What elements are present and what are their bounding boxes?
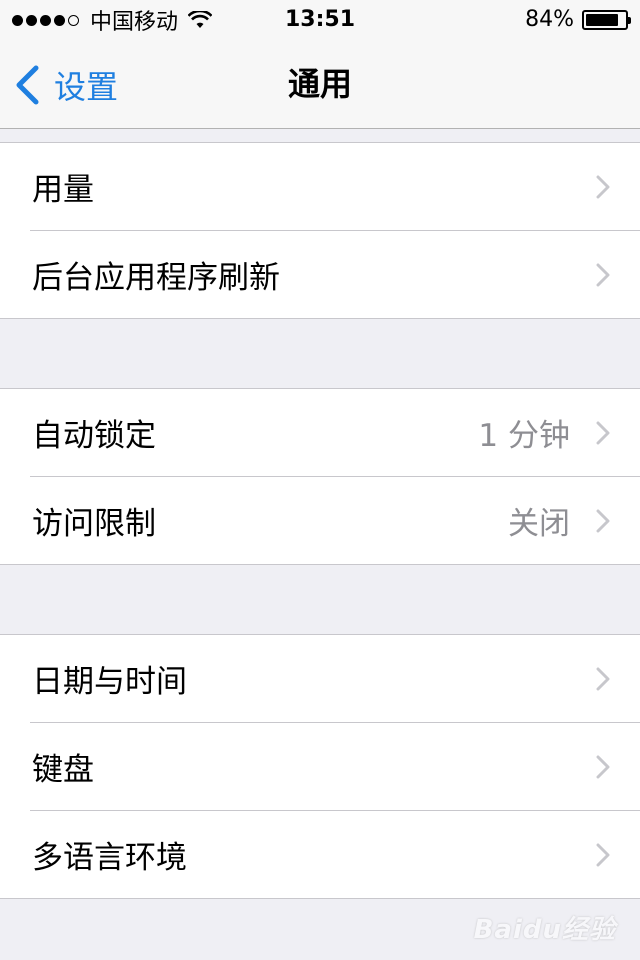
page-title: 通用 [287,65,352,103]
row-background-refresh[interactable]: 后台应用程序刷新 [0,230,640,318]
row-label: 自动锁定 [32,418,156,454]
row-value: 关闭 [508,506,570,542]
baidu-watermark: Baidu经验 [474,909,616,946]
battery-percent: 84% [525,7,574,32]
status-bar-right: 84% [525,7,631,32]
watermark-text: Baidu经验 [473,915,616,945]
settings-group-lock: 自动锁定 1 分钟 访问限制 关闭 [0,388,640,565]
row-label: 多语言环境 [32,840,187,876]
chevron-right-icon [596,175,610,198]
row-label: 日期与时间 [32,664,187,700]
status-bar: 中国移动 13:51 84% [0,0,640,40]
row-label: 访问限制 [32,506,156,542]
row-label: 用量 [32,172,94,208]
settings-group-usage: 用量 后台应用程序刷新 [0,142,640,319]
chevron-right-icon [596,843,610,866]
row-keyboard[interactable]: 键盘 [0,722,640,810]
battery-icon [582,9,631,30]
row-usage[interactable]: 用量 [0,143,640,230]
chevron-right-icon [596,263,610,286]
row-auto-lock[interactable]: 自动锁定 1 分钟 [0,389,640,476]
row-restrictions[interactable]: 访问限制 关闭 [0,476,640,564]
row-international[interactable]: 多语言环境 [0,810,640,898]
row-label: 键盘 [32,752,94,788]
battery-fill [586,13,618,26]
row-label: 后台应用程序刷新 [32,260,280,296]
chevron-right-icon [596,509,610,532]
settings-group-locale: 日期与时间 键盘 多语言环境 [0,634,640,899]
chevron-right-icon [596,755,610,778]
chevron-right-icon [596,667,610,690]
row-value: 1 分钟 [478,418,570,454]
navigation-bar: 设置 通用 [0,40,640,129]
row-date-time[interactable]: 日期与时间 [0,635,640,722]
chevron-right-icon [596,421,610,444]
